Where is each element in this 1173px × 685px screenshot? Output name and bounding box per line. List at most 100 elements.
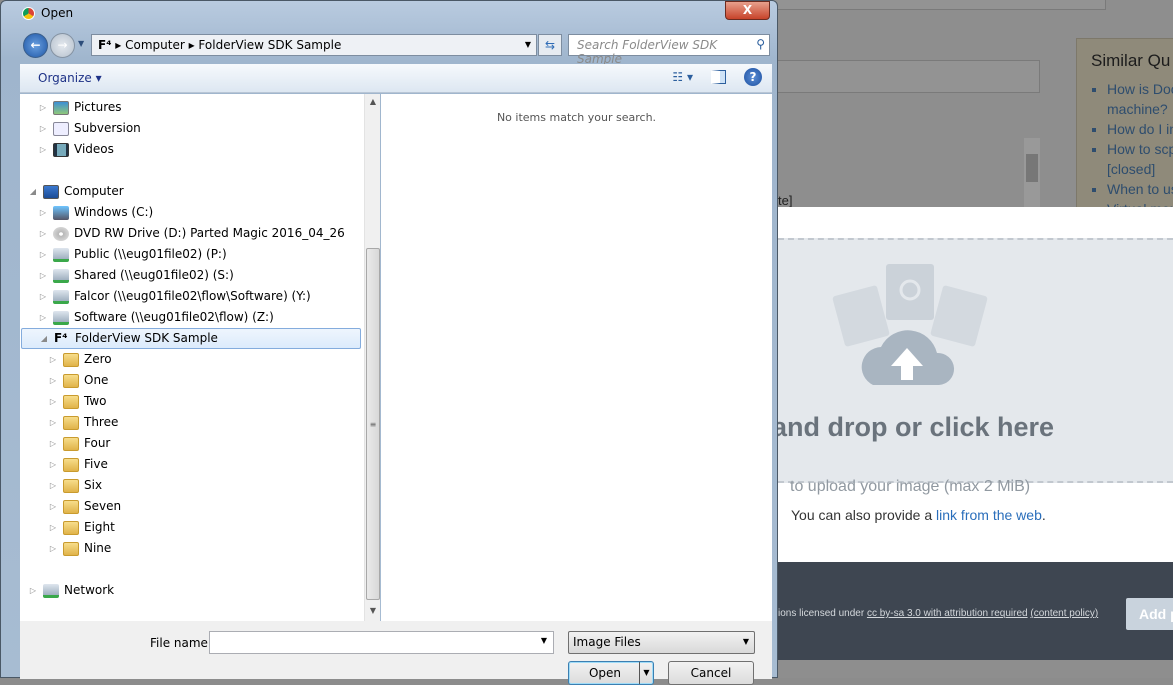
nav-item[interactable]: ▷ Two	[48, 391, 107, 412]
nav-item[interactable]: ▷ Seven	[48, 496, 121, 517]
address-dropdown-icon[interactable]: ▼	[525, 40, 531, 49]
nav-item[interactable]: ▷ Five	[48, 454, 108, 475]
expand-icon[interactable]: ▷	[48, 517, 58, 538]
recent-locations-dropdown[interactable]: ▼	[78, 39, 84, 48]
nav-item[interactable]: ▷ Three	[48, 412, 118, 433]
expand-icon[interactable]: ▷	[38, 97, 48, 118]
similar-link[interactable]: [closed]	[1107, 161, 1173, 177]
folder-icon	[63, 541, 79, 556]
expand-icon[interactable]: ▷	[48, 454, 58, 475]
expand-icon[interactable]: ▷	[48, 433, 58, 454]
nav-item[interactable]: ▷ Six	[48, 475, 102, 496]
nav-item[interactable]: ▷ Software (\\eug01file02\flow) (Z:)	[38, 307, 274, 328]
forward-arrow-icon: →	[57, 38, 68, 52]
expand-icon[interactable]: ▷	[48, 391, 58, 412]
nav-item[interactable]: ▷ Videos	[38, 139, 114, 160]
search-input[interactable]: Search FolderView SDK Sample ⚲	[568, 34, 770, 66]
collapse-icon[interactable]: ◢	[28, 181, 38, 202]
nav-item[interactable]: ▷ Shared (\\eug01file02) (S:)	[38, 265, 234, 286]
nav-item[interactable]: ◢ Computer	[28, 181, 124, 202]
add-picture-button[interactable]: Add p	[1126, 598, 1173, 630]
open-button[interactable]: Open ▼	[568, 661, 654, 685]
nav-item[interactable]: ◢ F⁴ FolderView SDK Sample	[21, 328, 361, 349]
expand-icon[interactable]: ▷	[48, 475, 58, 496]
folder-icon	[63, 373, 79, 388]
cancel-button[interactable]: Cancel	[668, 661, 754, 685]
back-button[interactable]: ←	[23, 33, 48, 58]
content-policy-link[interactable]: (content policy)	[1030, 608, 1098, 619]
file-type-value: Image Files	[573, 635, 641, 649]
nav-item[interactable]: ▷ Pictures	[38, 97, 122, 118]
file-list[interactable]: No items match your search.	[381, 94, 772, 621]
address-bar[interactable]: F⁴ ▸ Computer ▸ FolderView SDK Sample ▼	[91, 34, 537, 56]
nav-item[interactable]: ▷ Network	[28, 580, 114, 601]
file-type-select[interactable]: Image Files ▼	[568, 631, 755, 654]
expand-icon[interactable]: ▷	[38, 265, 48, 286]
scroll-up-icon[interactable]: ▲	[365, 97, 381, 106]
breadcrumb-folderview[interactable]: FolderView SDK Sample	[198, 38, 341, 52]
bg-fragment: te]	[778, 193, 793, 208]
drive-icon	[53, 205, 69, 220]
organize-button[interactable]: Organize ▾	[38, 71, 102, 85]
forward-button[interactable]: →	[50, 33, 75, 58]
nav-item[interactable]: ▷ Subversion	[38, 118, 141, 139]
scroll-down-icon[interactable]: ▼	[365, 606, 381, 615]
similar-link[interactable]: How is Doc	[1107, 81, 1173, 97]
expand-icon[interactable]: ▷	[38, 244, 48, 265]
nav-item-label: Zero	[84, 352, 112, 366]
similar-link[interactable]: How to scp	[1107, 141, 1173, 157]
nav-item[interactable]: ▷ Nine	[48, 538, 111, 559]
help-icon[interactable]: ?	[744, 68, 762, 86]
scroll-thumb[interactable]: ≡	[366, 248, 380, 600]
expand-icon[interactable]: ▷	[38, 139, 48, 160]
search-icon[interactable]: ⚲	[756, 37, 765, 51]
license-prefix: ions licensed under	[778, 608, 867, 619]
expand-icon[interactable]: ▷	[48, 370, 58, 391]
nav-scrollbar[interactable]: ▲ ≡ ▼	[364, 94, 380, 621]
chevron-down-icon: ▼	[742, 637, 749, 646]
also-suffix: .	[1041, 507, 1046, 523]
nav-item[interactable]: ▷ Four	[48, 433, 110, 454]
expand-icon[interactable]: ▷	[38, 286, 48, 307]
nav-item[interactable]: ▷ DVD RW Drive (D:) Parted Magic 2016_04_…	[38, 223, 345, 244]
nav-item-label: Four	[84, 436, 111, 450]
similar-link[interactable]: machine?	[1107, 101, 1173, 117]
refresh-button[interactable]: ⇆	[538, 34, 562, 56]
similar-title: Similar Qu	[1091, 51, 1171, 70]
folderview-icon: F⁴	[98, 38, 112, 52]
nav-item-label: FolderView SDK Sample	[75, 331, 218, 345]
nav-item[interactable]: ▷ Public (\\eug01file02) (P:)	[38, 244, 227, 265]
file-name-input[interactable]: ▼	[209, 631, 554, 654]
expand-icon[interactable]: ▷	[28, 580, 38, 601]
nav-item-label: Shared (\\eug01file02) (S:)	[74, 268, 234, 282]
expand-icon[interactable]: ▷	[48, 538, 58, 559]
nav-item-label: Subversion	[74, 121, 141, 135]
change-view-icon[interactable]: ☷ ▾	[672, 70, 693, 84]
similar-link[interactable]: When to us	[1107, 181, 1173, 197]
nav-item[interactable]: ▷ Windows (C:)	[38, 202, 153, 223]
expand-icon[interactable]: ▷	[38, 202, 48, 223]
network-drive-icon	[53, 247, 69, 262]
image-upload-modal: g and drop or click here to upload your …	[748, 207, 1173, 562]
nav-item[interactable]: ▷ One	[48, 370, 108, 391]
similar-link[interactable]: How do I in	[1107, 121, 1173, 137]
chevron-down-icon[interactable]: ▼	[541, 636, 547, 645]
nav-item[interactable]: ▷ Zero	[48, 349, 112, 370]
expand-icon[interactable]: ▷	[38, 307, 48, 328]
preview-pane-icon[interactable]	[711, 70, 726, 84]
expand-icon[interactable]: ▷	[38, 223, 48, 244]
open-split-dropdown[interactable]: ▼	[639, 662, 653, 684]
expand-icon[interactable]: ▷	[38, 118, 48, 139]
collapse-icon[interactable]: ◢	[39, 328, 49, 349]
close-button[interactable]: X	[725, 1, 770, 20]
link-from-web[interactable]: link from the web	[936, 507, 1042, 523]
breadcrumb-computer[interactable]: Computer	[125, 38, 185, 52]
drop-zone[interactable]: g and drop or click here to upload your …	[748, 238, 1173, 495]
nav-item[interactable]: ▷ Eight	[48, 517, 115, 538]
license-link[interactable]: cc by-sa 3.0 with attribution required	[867, 608, 1028, 619]
expand-icon[interactable]: ▷	[48, 496, 58, 517]
expand-icon[interactable]: ▷	[48, 349, 58, 370]
expand-icon[interactable]: ▷	[48, 412, 58, 433]
nav-item[interactable]: ▷ Falcor (\\eug01file02\flow\Software) (Y…	[38, 286, 311, 307]
nav-item-label: Two	[84, 394, 107, 408]
